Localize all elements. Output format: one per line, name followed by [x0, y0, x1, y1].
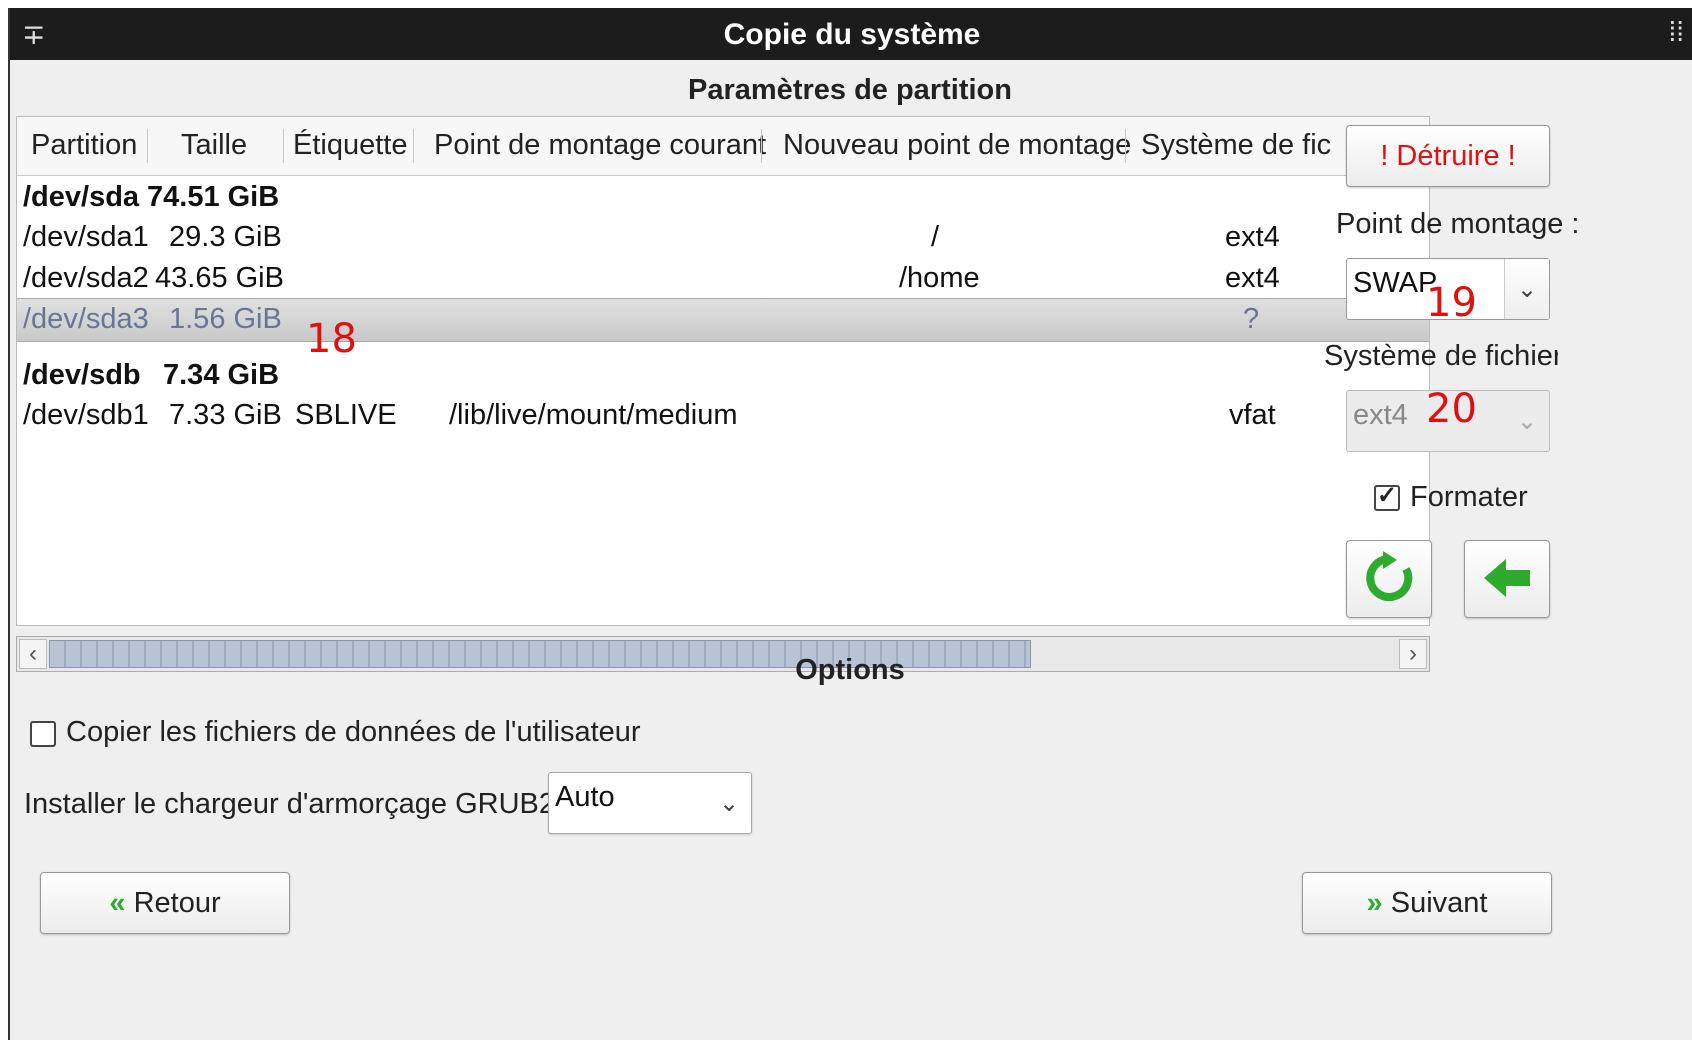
- window-menu-icon[interactable]: ⁞⁞: [1668, 16, 1684, 48]
- column-separator[interactable]: [413, 129, 414, 163]
- cell-size: 74.51 GiB: [147, 181, 280, 213]
- copy-user-data-label[interactable]: Copier les fichiers de données de l'util…: [66, 716, 641, 749]
- cell-filesystem: ext4: [1225, 262, 1280, 294]
- cell-filesystem: vfat: [1229, 399, 1276, 431]
- column-header-partition[interactable]: Partition: [31, 129, 137, 162]
- grub-combobox[interactable]: Auto ⌄: [548, 772, 752, 834]
- cell-new-mount: /home: [899, 262, 980, 294]
- column-separator[interactable]: [283, 129, 284, 163]
- annotation-marker-18: 18: [306, 316, 357, 362]
- cell-size: 29.3 GiB: [169, 221, 282, 253]
- window-title: Copie du système: [723, 18, 981, 51]
- cell-partition: /dev/sda1: [23, 221, 149, 253]
- partition-table[interactable]: Partition Taille Étiquette Point de mont…: [16, 116, 1430, 626]
- cell-new-mount: /: [931, 221, 940, 253]
- chevron-down-icon[interactable]: ⌄: [1504, 259, 1549, 319]
- table-row-selected[interactable]: /dev/sda3 1.56 GiB ?: [17, 298, 1429, 342]
- chevron-down-icon[interactable]: ⌄: [1505, 391, 1549, 451]
- cell-partition: /dev/sda: [23, 181, 140, 213]
- mountpoint-value[interactable]: SWAP: [1353, 267, 1437, 300]
- double-chevron-right-icon: »: [1366, 887, 1383, 919]
- title-bar: ∓ Copie du système ⁞⁞: [10, 8, 1692, 60]
- table-row[interactable]: /dev/sdb 7.34 GiB: [17, 355, 1429, 397]
- filesystem-value[interactable]: ext4: [1353, 399, 1408, 432]
- table-row[interactable]: /dev/sda1 29.3 GiB / ext4: [17, 217, 1429, 259]
- format-label[interactable]: Formater: [1410, 481, 1528, 514]
- double-chevron-left-icon: «: [109, 887, 126, 919]
- back-button-label: Retour: [133, 887, 221, 919]
- grub-label: Installer le chargeur d'armorçage GRUB2 …: [24, 788, 572, 820]
- cell-partition: /dev/sdb1: [23, 399, 149, 431]
- arrow-left-icon: [1484, 559, 1530, 597]
- next-button[interactable]: » Suivant: [1302, 872, 1552, 934]
- grub-value[interactable]: Auto: [555, 781, 615, 814]
- cell-filesystem: ?: [1243, 303, 1260, 335]
- cell-size: 7.33 GiB: [169, 399, 282, 431]
- apply-button[interactable]: [1464, 540, 1550, 618]
- column-separator[interactable]: [1125, 129, 1126, 163]
- column-separator[interactable]: [147, 129, 148, 163]
- column-separator[interactable]: [761, 129, 762, 163]
- filesystem-label: Système de fichiers :: [1324, 340, 1558, 372]
- destroy-button[interactable]: ! Détruire !: [1346, 125, 1550, 187]
- back-button[interactable]: « Retour: [40, 872, 290, 934]
- table-row[interactable]: /dev/sda2 43.65 GiB /home ext4: [17, 258, 1429, 300]
- annotation-marker-20: 20: [1426, 386, 1477, 432]
- cell-filesystem: ext4: [1225, 221, 1280, 253]
- partition-section-title: Paramètres de partition: [688, 74, 1012, 106]
- column-header-label[interactable]: Étiquette: [293, 129, 407, 162]
- cell-current-mount: /lib/live/mount/medium: [449, 399, 738, 431]
- column-header-new-mount[interactable]: Nouveau point de montage: [783, 129, 1131, 162]
- table-row[interactable]: /dev/sda 74.51 GiB: [17, 177, 1429, 219]
- cell-partition: /dev/sda2: [23, 262, 149, 294]
- options-section-title: Options: [795, 654, 905, 686]
- table-header: Partition Taille Étiquette Point de mont…: [17, 117, 1429, 176]
- table-row[interactable]: /dev/sdb1 7.33 GiB SBLIVE /lib/live/moun…: [17, 395, 1429, 437]
- mountpoint-label: Point de montage :: [1336, 208, 1580, 240]
- annotation-marker-19: 19: [1426, 280, 1477, 326]
- cell-size: 1.56 GiB: [169, 303, 282, 335]
- chevron-down-icon[interactable]: ⌄: [707, 773, 751, 833]
- format-checkbox[interactable]: [1374, 481, 1400, 511]
- cell-size: 7.34 GiB: [163, 359, 280, 391]
- cell-size: 43.65 GiB: [155, 262, 284, 294]
- cell-partition: /dev/sda3: [23, 303, 149, 335]
- column-header-current-mount[interactable]: Point de montage courant: [434, 129, 766, 162]
- reset-button[interactable]: [1346, 540, 1432, 618]
- cell-label: SBLIVE: [295, 399, 397, 431]
- refresh-icon: [1366, 551, 1413, 601]
- next-button-label: Suivant: [1390, 887, 1488, 919]
- copy-user-data-checkbox[interactable]: [30, 721, 56, 747]
- cell-partition: /dev/sdb: [23, 359, 141, 391]
- column-header-size[interactable]: Taille: [181, 129, 247, 162]
